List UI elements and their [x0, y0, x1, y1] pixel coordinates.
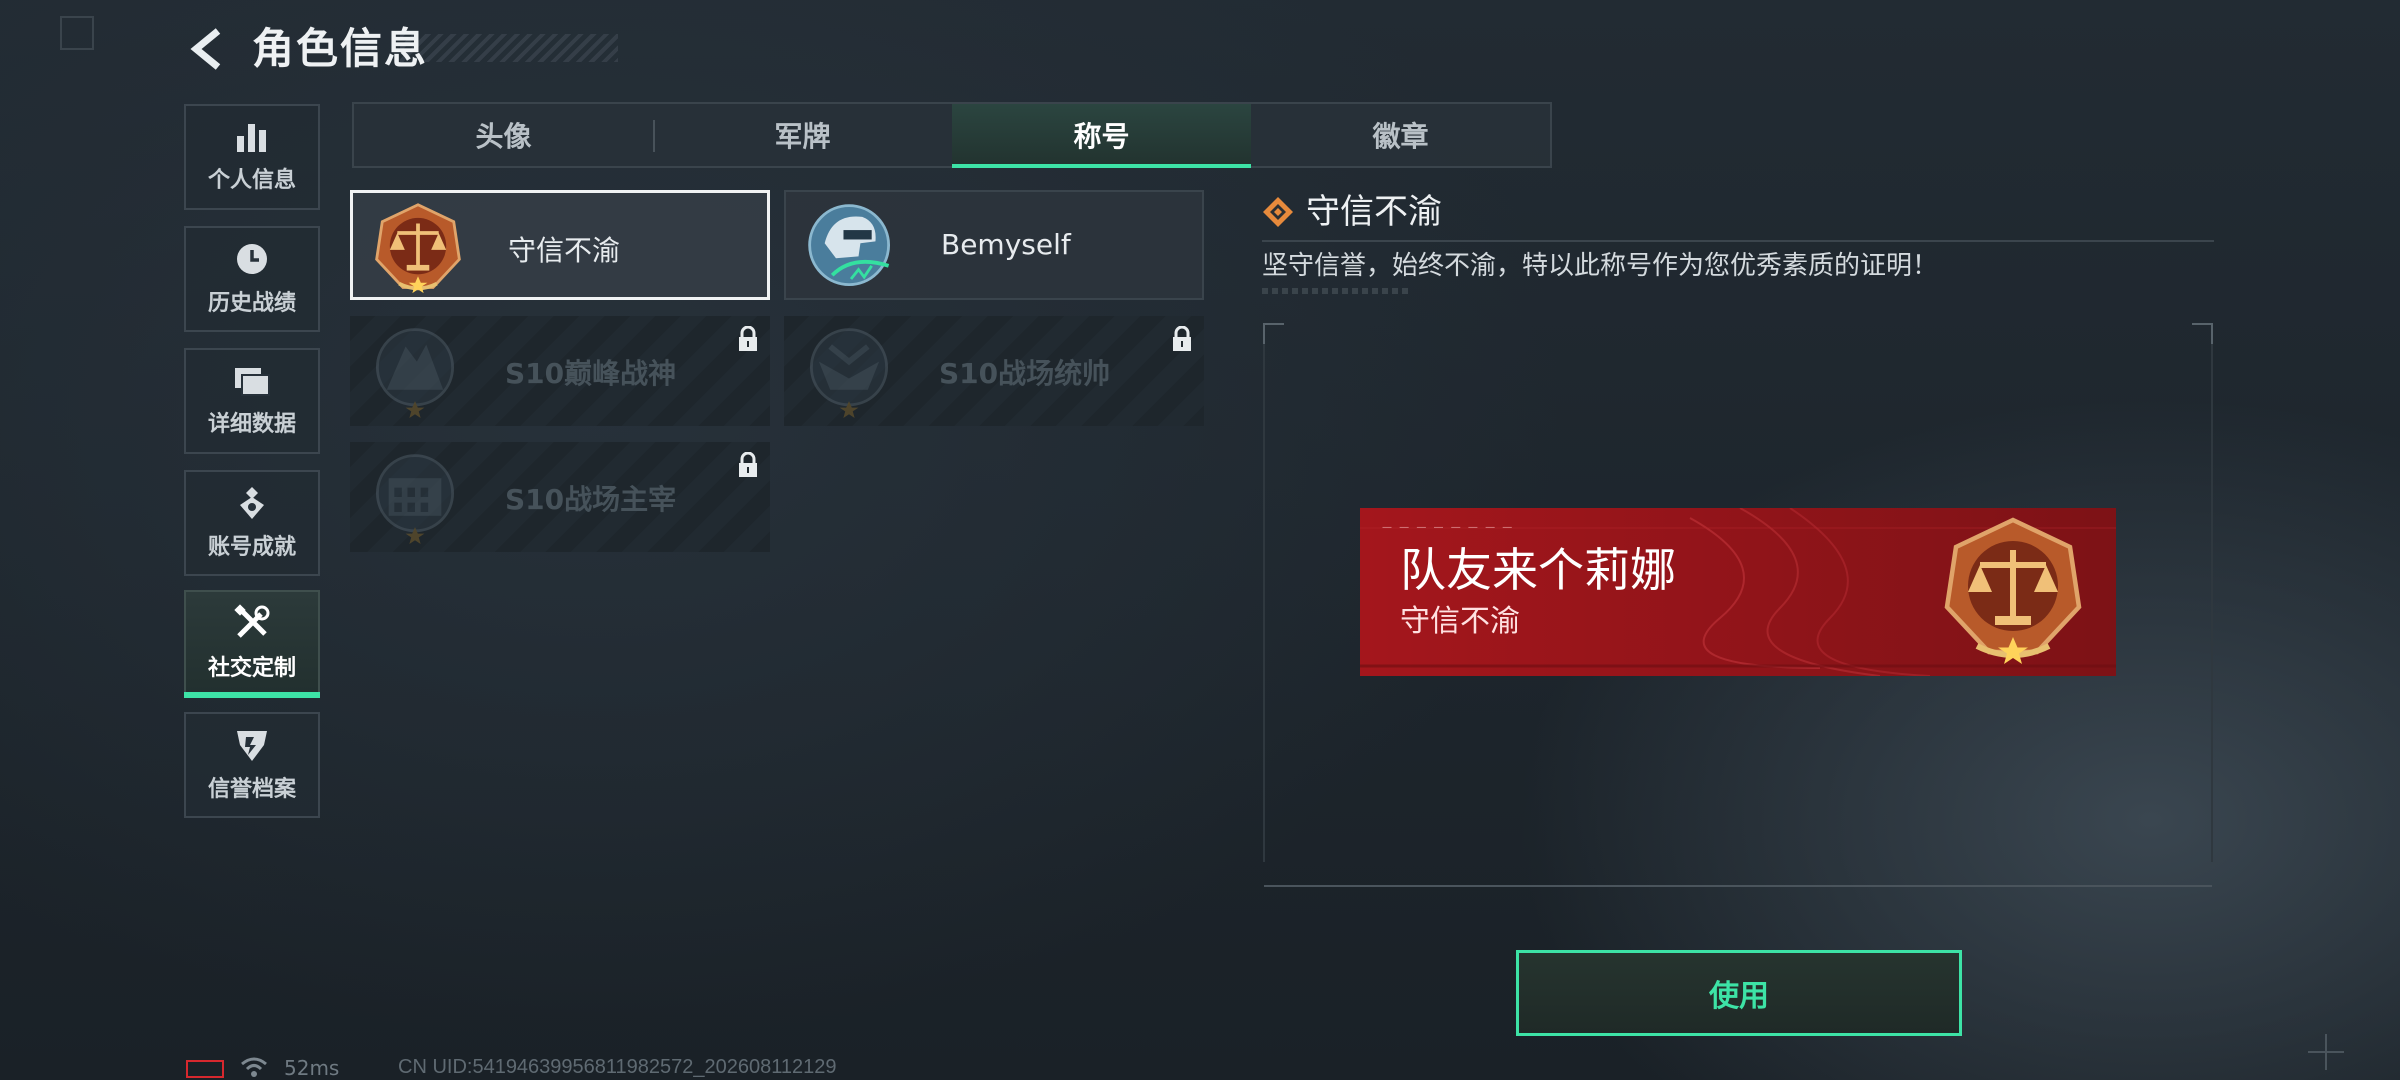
title-card-keep-faith[interactable]: 守信不渝: [350, 190, 770, 300]
lock-icon: [739, 326, 757, 351]
sidebar-item-personal-info[interactable]: 个人信息: [184, 104, 320, 210]
title-card-name: Bemyself: [941, 228, 1071, 261]
sidebar-active-indicator: [184, 692, 320, 698]
preview-player-name: 队友来个莉娜: [1400, 543, 1676, 597]
corner-frame-mark: [60, 16, 94, 50]
sidebar-item-achievements[interactable]: 账号成就: [184, 470, 320, 576]
detail-description: 坚守信誉，始终不渝，特以此称号作为您优秀素质的证明！: [1262, 251, 1939, 281]
title-card-s10-dominator[interactable]: S10战场主宰: [350, 442, 770, 552]
user-uid: CN UID:54194639956811982572_202608112129: [398, 1056, 837, 1078]
tab-avatar[interactable]: 头像: [354, 104, 653, 166]
credit-shield-icon: [237, 731, 267, 761]
clock-icon: [237, 244, 267, 274]
sidebar-item-credit-record[interactable]: 信誉档案: [184, 712, 320, 818]
diamond-title-icon: [1263, 197, 1293, 227]
lock-icon: [739, 452, 757, 477]
back-button[interactable]: [186, 24, 230, 74]
corner-crosshair-mark: [2308, 1034, 2344, 1070]
tools-icon: [234, 604, 270, 638]
sidebar-item-label: 信誉档案: [207, 777, 296, 802]
title-card-name: 守信不渝: [508, 234, 621, 267]
sidebar-item-label: 历史战绩: [207, 291, 296, 316]
scales-emblem-icon: [375, 203, 461, 294]
folder-icon: [235, 368, 270, 396]
battery-indicator: [186, 1060, 224, 1078]
achievement-icon: [240, 487, 264, 519]
title-card-s10-commander[interactable]: S10战场统帅: [784, 316, 1204, 426]
tab-badge[interactable]: 徽章: [1251, 104, 1550, 166]
colosseum-emblem-icon: [375, 454, 455, 544]
detail-decoration-dashes: [1262, 288, 1412, 294]
page-title: 角色信息: [252, 24, 429, 73]
title-card-name: S10巅峰战神: [505, 357, 677, 390]
soldier-emblem-icon: [808, 204, 891, 287]
commander-emblem-icon: [809, 328, 889, 418]
use-button[interactable]: 使用: [1516, 950, 1962, 1036]
name-card-preview: — — — — — — — — 队友来个莉娜 守信不渝: [1360, 508, 2116, 676]
sidebar-item-label: 社交定制: [207, 656, 296, 681]
detail-title-name: 守信不渝: [1306, 192, 1442, 232]
banner-decoration-text: — — — — — — — —: [1382, 522, 1515, 533]
bar-chart-icon: [237, 124, 266, 152]
category-tabs: 头像 军牌 称号 徽章: [352, 102, 1552, 168]
peak-emblem-icon: [375, 328, 455, 418]
preview-title-name: 守信不渝: [1400, 604, 1520, 639]
scales-emblem-icon: [1944, 517, 2082, 664]
lock-icon: [1173, 326, 1191, 351]
chevron-left-icon: [190, 28, 221, 70]
wifi-icon: [241, 1057, 267, 1077]
sidebar-item-social-custom[interactable]: 社交定制: [184, 590, 320, 696]
title-card-bemyself[interactable]: Bemyself: [784, 190, 1204, 300]
title-card-s10-peak-god[interactable]: S10巅峰战神: [350, 316, 770, 426]
tab-dog-tag[interactable]: 军牌: [653, 104, 952, 166]
title-card-name: S10战场统帅: [939, 357, 1111, 390]
tab-title[interactable]: 称号: [952, 104, 1251, 168]
sidebar-item-label: 个人信息: [207, 168, 296, 193]
sidebar-item-match-history[interactable]: 历史战绩: [184, 226, 320, 332]
detail-divider: [1262, 240, 2214, 242]
sidebar-item-detailed-data[interactable]: 详细数据: [184, 348, 320, 454]
sidebar-item-label: 详细数据: [207, 412, 296, 437]
ping-readout: 52ms: [284, 1056, 340, 1080]
title-card-name: S10战场主宰: [505, 483, 677, 516]
title-decoration-stripes: [400, 34, 618, 62]
sidebar-item-label: 账号成就: [207, 535, 296, 560]
